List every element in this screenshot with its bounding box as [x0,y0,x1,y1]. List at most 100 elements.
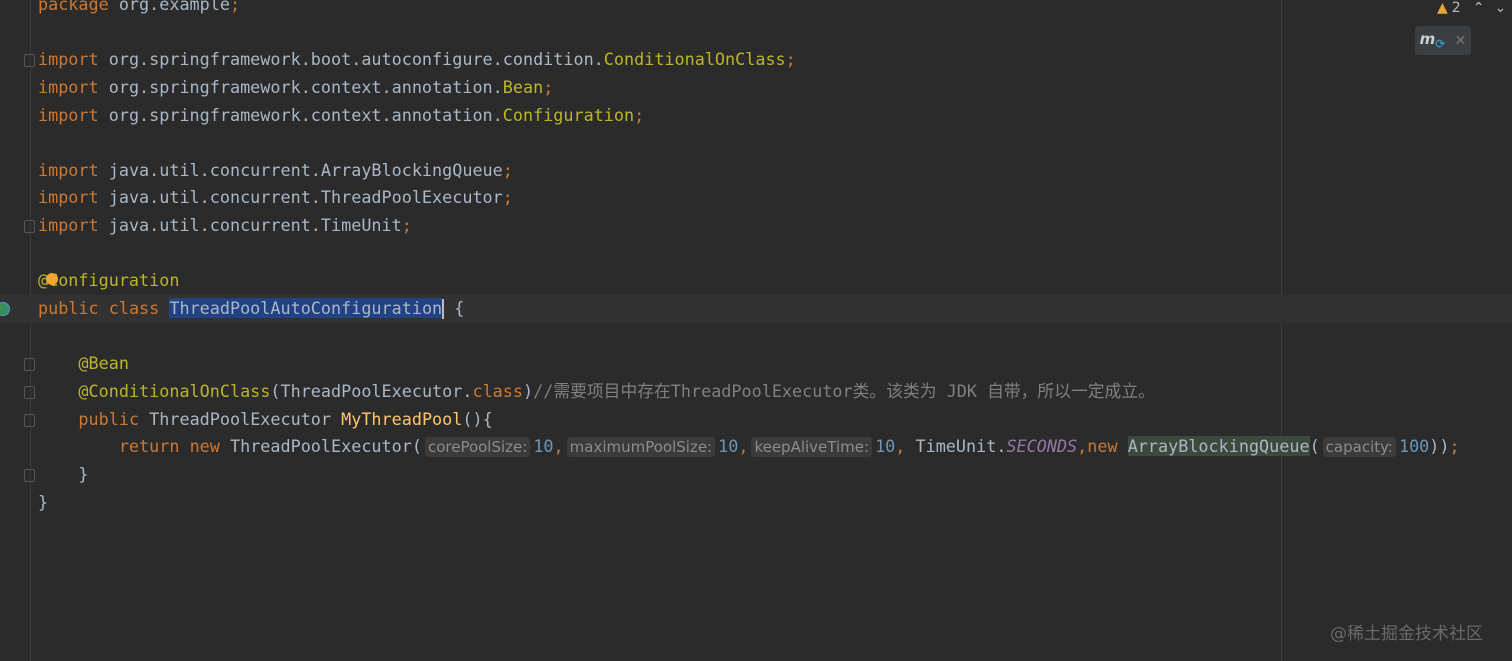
code-token: Bean [502,76,544,97]
spring-bean-gutter-icon[interactable] [0,302,10,317]
code-token: @Bean [78,353,129,374]
code-token: org.springframework.boot.autoconfigure.c… [108,49,604,70]
code-line[interactable]: import org.springframework.boot.autoconf… [0,46,1512,74]
warning-triangle-icon: ▲ [1437,0,1448,16]
code-token: //需要项目中存在ThreadPoolExecutor类。该类为 JDK 自带，… [533,380,1155,401]
code-token: package [38,0,119,14]
chevron-up-icon[interactable]: ⌃ [1473,0,1485,16]
fold-marker-icon[interactable] [24,358,35,372]
code-token: (ThreadPoolExecutor. [270,380,473,401]
code-token: java.util.concurrent.ThreadPoolExecutor [108,187,503,208]
code-line[interactable]: return new ThreadPoolExecutor(corePoolSi… [0,433,1512,461]
code-line[interactable] [0,240,1512,268]
code-token: ; [502,187,513,208]
code-token: import [38,49,109,70]
code-token: ThreadPoolExecutor( [229,436,422,457]
fold-marker-icon[interactable] [24,468,35,482]
code-token: @Configuration [38,270,180,291]
code-token: (){ [462,408,493,429]
parameter-hint: capacity: [1322,437,1396,458]
code-token: ; [502,159,513,180]
code-token: import [38,187,109,208]
code-line[interactable]: public ThreadPoolExecutor MyThreadPool()… [0,406,1512,434]
code-token: class [108,298,170,319]
code-line[interactable]: @ConditionalOnClass(ThreadPoolExecutor.c… [0,378,1512,406]
code-token: org.example [118,0,230,14]
code-token: ; [785,49,796,70]
code-line[interactable]: import java.util.concurrent.ArrayBlockin… [0,157,1512,185]
code-token: public [78,408,150,429]
code-token: ArrayBlockingQueue [1127,436,1310,457]
code-token: java.util.concurrent.ArrayBlockingQueue [108,159,503,180]
code-line[interactable]: } [0,489,1512,517]
code-token: ; [1449,436,1460,457]
code-token: org.springframework.context.annotation. [108,76,503,97]
code-token: , [553,436,564,457]
code-token: ConditionalOnClass [603,49,786,70]
code-token: import [38,76,109,97]
code-token: ThreadPoolAutoConfiguration [169,298,443,319]
warning-count: 2 [1451,0,1461,16]
code-token: MyThreadPool [341,408,463,429]
code-token: ( [1309,436,1320,457]
parameter-hint: corePoolSize: [424,437,531,458]
parameter-hint: maximumPoolSize: [566,437,716,458]
code-token: new [189,436,230,457]
code-token: , [738,436,749,457]
code-line[interactable] [0,19,1512,47]
code-token: public [38,298,109,319]
code-token: } [38,463,89,484]
code-line[interactable]: import java.util.concurrent.TimeUnit; [0,212,1512,240]
code-token: org.springframework.context.annotation. [108,104,503,125]
code-token: TimeUnit. [915,436,1007,457]
watermark: @稀土掘金技术社区 [1330,624,1483,644]
code-token: 10 [718,436,739,457]
code-line[interactable]: @Configuration [0,267,1512,295]
code-token: ThreadPoolExecutor [149,408,342,429]
fold-marker-icon[interactable] [24,413,35,427]
code-line[interactable] [0,129,1512,157]
code-editor[interactable]: package org.example; import org.springfra… [0,0,1512,516]
code-token: import [38,215,109,236]
code-line[interactable]: public class ThreadPoolAutoConfiguration… [0,295,1512,323]
code-token: SECONDS [1006,436,1078,457]
code-token: Configuration [502,104,635,125]
code-token: ; [543,76,554,97]
code-token: 10 [533,436,554,457]
code-token: ) [523,380,534,401]
code-token: class [472,380,523,401]
fold-marker-icon[interactable] [24,385,35,399]
code-line[interactable]: import org.springframework.context.annot… [0,74,1512,102]
chevron-down-icon[interactable]: ⌄ [1494,0,1506,16]
code-token: ; [229,0,241,14]
maven-reload-popup: m⟳ ✕ [1415,26,1471,55]
code-token: ; [401,215,412,236]
code-token: ; [634,104,645,125]
code-line[interactable]: package org.example; [0,0,1512,19]
fold-marker-icon[interactable] [24,220,35,234]
code-line[interactable] [0,323,1512,351]
inspection-widget[interactable]: ▲ 2 ⌃ ⌄ [1437,0,1506,16]
code-token: new [1087,436,1128,457]
parameter-hint: keepAliveTime: [751,437,873,458]
close-icon[interactable]: ✕ [1455,33,1467,49]
code-line[interactable]: import java.util.concurrent.ThreadPoolEx… [0,184,1512,212]
code-token: , [1077,436,1088,457]
code-token: return [118,436,190,457]
code-token: @ConditionalOnClass [78,380,271,401]
maven-reload-icon[interactable]: m⟳ [1420,30,1446,51]
code-token: 100 [1398,436,1430,457]
code-token: } [38,491,49,512]
code-line[interactable]: import org.springframework.context.annot… [0,102,1512,130]
code-token: java.util.concurrent.TimeUnit [108,215,402,236]
code-token: import [38,104,109,125]
code-token: )) [1429,436,1450,457]
code-line[interactable]: @Bean [0,350,1512,378]
code-token: import [38,159,109,180]
fold-marker-icon[interactable] [24,54,35,68]
code-line[interactable]: } [0,461,1512,489]
code-token: { [444,298,465,319]
